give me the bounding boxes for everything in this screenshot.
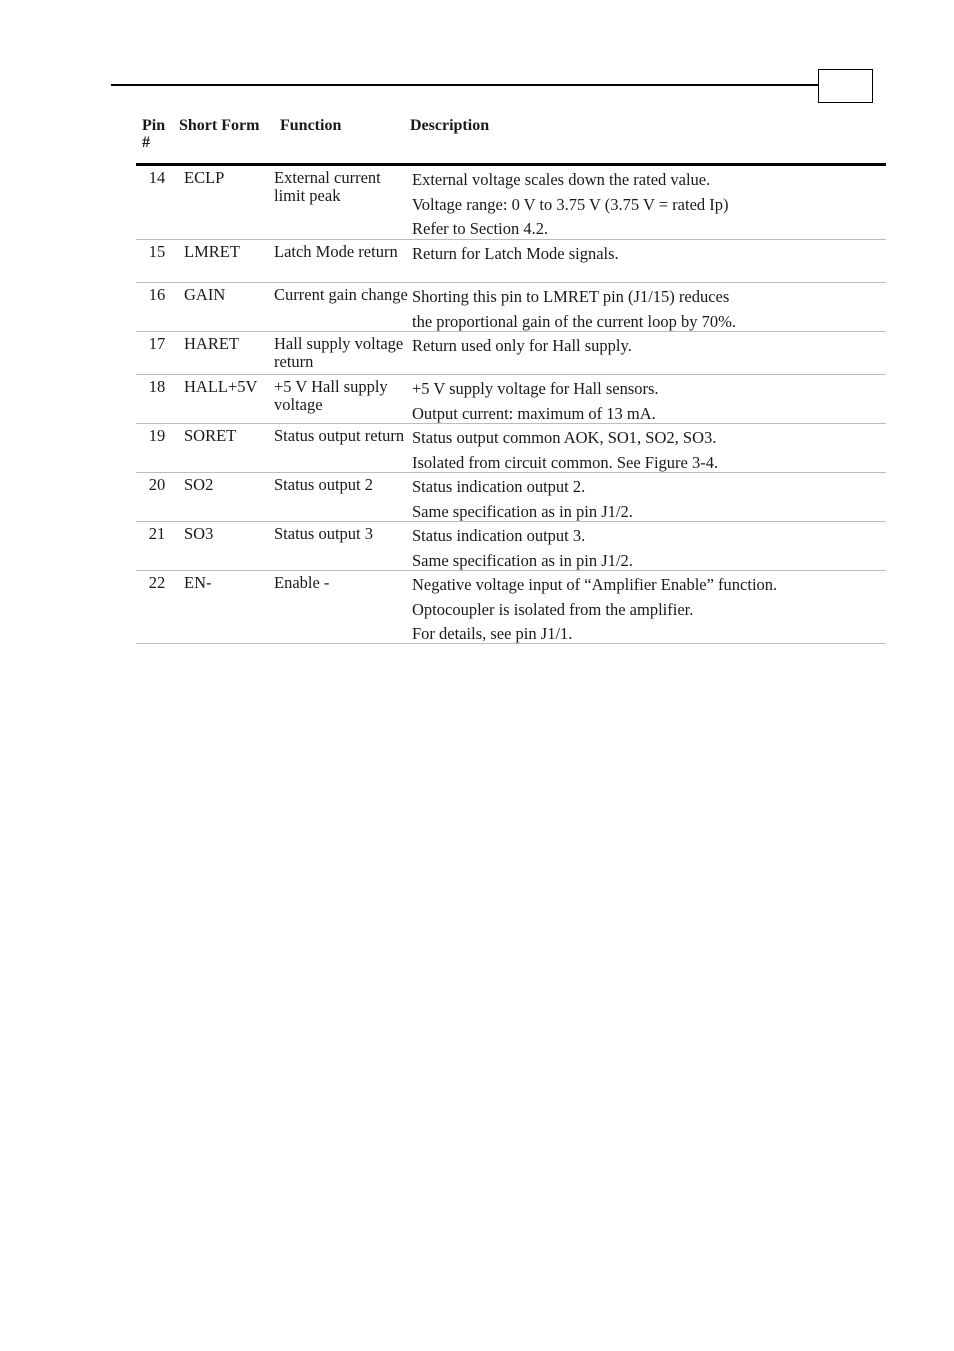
cell-description: Status indication output 3. Same specific…: [412, 522, 886, 570]
cell-function: Status output return: [274, 426, 405, 445]
description-line: Voltage range: 0 V to 3.75 V (3.75 V = r…: [412, 194, 729, 214]
cell-short-form: GAIN: [184, 285, 226, 304]
description-line: Status indication output 3.: [412, 526, 586, 545]
table-body: 14 ECLP External current limit peak Externa…: [136, 166, 886, 644]
header-rule: [111, 84, 819, 86]
header-pin-line1: Pin: [142, 117, 166, 134]
header-description: Description: [410, 117, 490, 134]
page-number-box: [818, 69, 873, 103]
cell-description: Negative voltage input of “Amplifier Ena…: [412, 571, 886, 643]
cell-description: Status indication output 2. Same specific…: [412, 473, 886, 521]
cell-short-form: SORET: [184, 426, 237, 445]
cell-pin: 14: [148, 168, 166, 187]
cell-description: +5 V supply voltage for Hall sensors. Out…: [412, 375, 886, 423]
cell-function: External current limit peak: [274, 168, 381, 205]
cell-description: External voltage scales down the rated v…: [412, 166, 886, 239]
cell-pin: 20: [148, 475, 166, 494]
table-row: 18 HALL+5V +5 V Hall supply voltage +5 V su…: [136, 375, 886, 424]
cell-description: Shorting this pin to LMRET pin (J1/15) r…: [412, 283, 886, 331]
cell-short-form: HALL+5V: [184, 377, 258, 396]
description-line: External voltage scales down the rated v…: [412, 170, 711, 189]
cell-description: Return used only for Hall supply.: [412, 332, 886, 374]
cell-short-form: LMRET: [184, 242, 240, 261]
description-line: Shorting this pin to LMRET pin (J1/15) r…: [412, 287, 730, 306]
cell-short-form: HARET: [184, 334, 239, 353]
description-line: Optocoupler is isolated from the amplifi…: [412, 599, 694, 619]
cell-pin: 21: [148, 524, 166, 543]
description-line: Output current: maximum of 13 mA.: [412, 403, 656, 423]
cell-function: Status output 2: [274, 475, 374, 494]
table-row: 17 HARET Hall supply voltage return Return …: [136, 332, 886, 375]
cell-function: +5 V Hall supply voltage: [274, 377, 388, 414]
cell-function: Current gain change: [274, 285, 408, 304]
cell-function: Latch Mode return: [274, 242, 398, 261]
header-pin-line2: #: [142, 134, 150, 151]
description-line: Isolated from circuit common. See Figure…: [412, 452, 719, 472]
cell-pin: 18: [148, 377, 166, 396]
description-line: Same specification as in pin J1/2.: [412, 550, 633, 570]
cell-function: Status output 3: [274, 524, 374, 543]
pin-table: Pin # Short Form Function Description 14…: [136, 116, 886, 644]
cell-pin: 22: [148, 573, 166, 592]
description-line: +5 V supply voltage for Hall sensors.: [412, 379, 659, 398]
table-row: 22 EN- Enable - Negative voltage input of “…: [136, 571, 886, 644]
table-row: 21 SO3 Status output 3 Status indication ou…: [136, 522, 886, 571]
header-pin: Pin #: [136, 117, 176, 163]
cell-pin: 19: [148, 426, 166, 445]
description-line: Return for Latch Mode signals.: [412, 244, 619, 263]
cell-description: Status output common AOK, SO1, SO2, SO3.…: [412, 424, 886, 472]
cell-short-form: SO3: [184, 524, 214, 543]
description-line: Status output common AOK, SO1, SO2, SO3.: [412, 428, 717, 447]
cell-short-form: SO2: [184, 475, 214, 494]
description-line: For details, see pin J1/1.: [412, 624, 573, 643]
description-line: Status indication output 2.: [412, 477, 586, 496]
table-row: 19 SORET Status output return Status output…: [136, 424, 886, 473]
header-short-form: Short Form: [179, 117, 260, 134]
table-row: 20 SO2 Status output 2 Status indication ou…: [136, 473, 886, 522]
table-row: 15 LMRET Latch Mode return Return for Latch…: [136, 240, 886, 283]
cell-pin: 16: [148, 285, 166, 304]
description-line: Same specification as in pin J1/2.: [412, 501, 633, 521]
cell-function: Hall supply voltage return: [274, 334, 404, 371]
description-line: Negative voltage input of “Amplifier Ena…: [412, 575, 778, 594]
description-line: the proportional gain of the current loo…: [412, 311, 736, 331]
cell-short-form: EN-: [184, 573, 212, 592]
header-function: Function: [280, 117, 342, 134]
cell-short-form: ECLP: [184, 168, 225, 187]
table-row: 16 GAIN Current gain change Shorting this p…: [136, 283, 886, 332]
cell-function: Enable -: [274, 573, 330, 592]
table-header: Pin # Short Form Function Description: [136, 116, 886, 166]
cell-pin: 17: [148, 334, 166, 353]
cell-description: Return for Latch Mode signals.: [412, 240, 886, 282]
description-line: Refer to Section 4.2.: [412, 219, 549, 238]
cell-pin: 15: [148, 242, 166, 261]
table-row: 14 ECLP External current limit peak Externa…: [136, 166, 886, 240]
description-line: Return used only for Hall supply.: [412, 336, 632, 355]
